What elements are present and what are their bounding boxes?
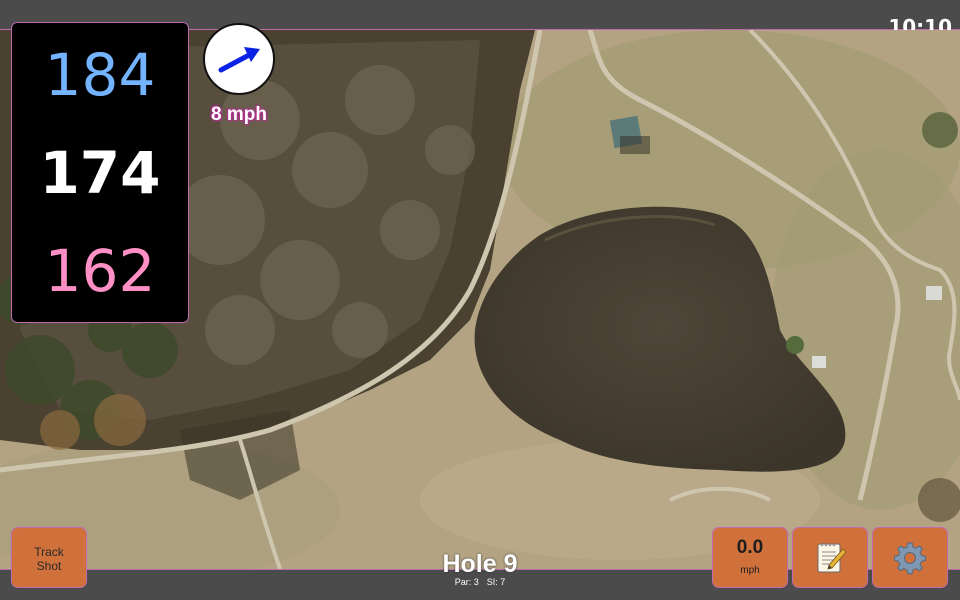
back-yardage: 184: [44, 41, 156, 109]
front-yardage: 162: [44, 237, 156, 305]
hole-title: Hole 9: [442, 550, 518, 578]
speed-button[interactable]: 0.0 mph: [712, 527, 788, 588]
par-label: Par: 3: [454, 577, 479, 587]
notepad-icon: [817, 543, 847, 572]
si-label: SI: 7: [486, 577, 506, 587]
notes-button[interactable]: [792, 527, 868, 588]
arrow-icon: [218, 47, 260, 73]
track-shot-label: Track Shot: [12, 545, 86, 573]
speed-value: 0.0: [736, 537, 764, 558]
wind-speed-label: 8 mph: [211, 104, 267, 125]
wind-indicator: [203, 23, 275, 95]
golf-gps-screen: 10:10 184 174 162 8 mph Track Shot Hole …: [0, 0, 960, 600]
gear-icon: [894, 542, 926, 574]
yardage-panel: 184 174 162: [11, 22, 189, 323]
track-shot-line2: Shot: [36, 559, 62, 573]
settings-button[interactable]: [872, 527, 948, 588]
hole-info: Par: 3 SI: 7: [380, 577, 580, 587]
track-shot-button[interactable]: Track Shot: [11, 527, 87, 588]
track-shot-line1: Track: [34, 545, 64, 559]
speed-unit: mph: [740, 565, 760, 576]
middle-yardage: 174: [39, 139, 161, 207]
